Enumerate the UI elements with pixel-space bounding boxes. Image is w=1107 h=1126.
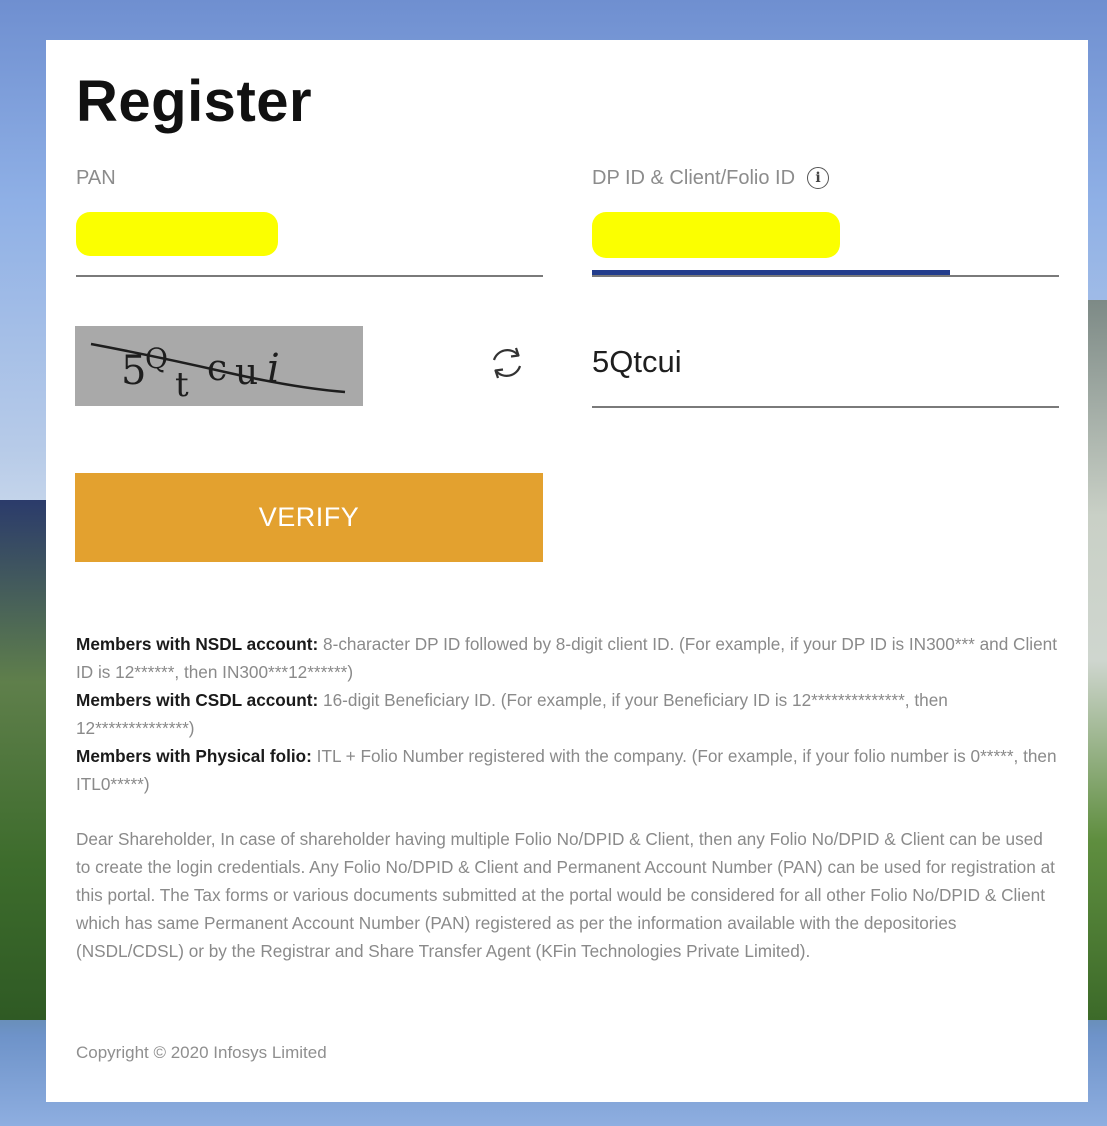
info-physical: Members with Physical folio: ITL + Folio… [76,742,1061,798]
pan-label: PAN [76,167,116,189]
dp-id-label-text: DP ID & Client/Folio ID [592,167,796,189]
captcha-glyphs: 5 Q t c u i [90,342,346,405]
info-icon[interactable]: i [807,167,830,189]
verify-button[interactable]: VERIFY [75,473,543,562]
captcha-char: t [175,365,189,405]
dp-id-focus-bar [592,270,950,275]
refresh-icon [492,347,522,379]
captcha-input[interactable] [592,344,1052,380]
page-title: Register [76,69,313,134]
register-card: Register PAN DP ID & Client/Folio ID i 5 … [46,40,1088,1102]
refresh-captcha-icon[interactable] [487,343,527,383]
captcha-char: u [235,352,258,393]
dp-id-underline [592,275,1059,277]
copyright-text: Copyright © 2020 Infosys Limited [76,1043,327,1062]
dp-id-label: DP ID & Client/Folio ID i [592,167,830,190]
info-heading: Members with CSDL account: [76,690,319,710]
captcha-char: i [267,346,280,392]
info-heading: Members with NSDL account: [76,634,319,654]
captcha-input-underline [592,406,1059,408]
id-format-info: Members with NSDL account: 8-character D… [76,630,1061,798]
captcha-image: 5 Q t c u i [75,326,363,406]
info-cdsl: Members with CSDL account: 16-digit Bene… [76,686,1061,742]
shareholder-notice: Dear Shareholder, In case of shareholder… [76,829,1055,961]
pan-input[interactable] [76,212,278,256]
dp-id-input[interactable] [592,212,840,258]
info-heading: Members with Physical folio: [76,746,312,766]
info-nsdl: Members with NSDL account: 8-character D… [76,630,1061,686]
pan-underline [76,275,543,277]
